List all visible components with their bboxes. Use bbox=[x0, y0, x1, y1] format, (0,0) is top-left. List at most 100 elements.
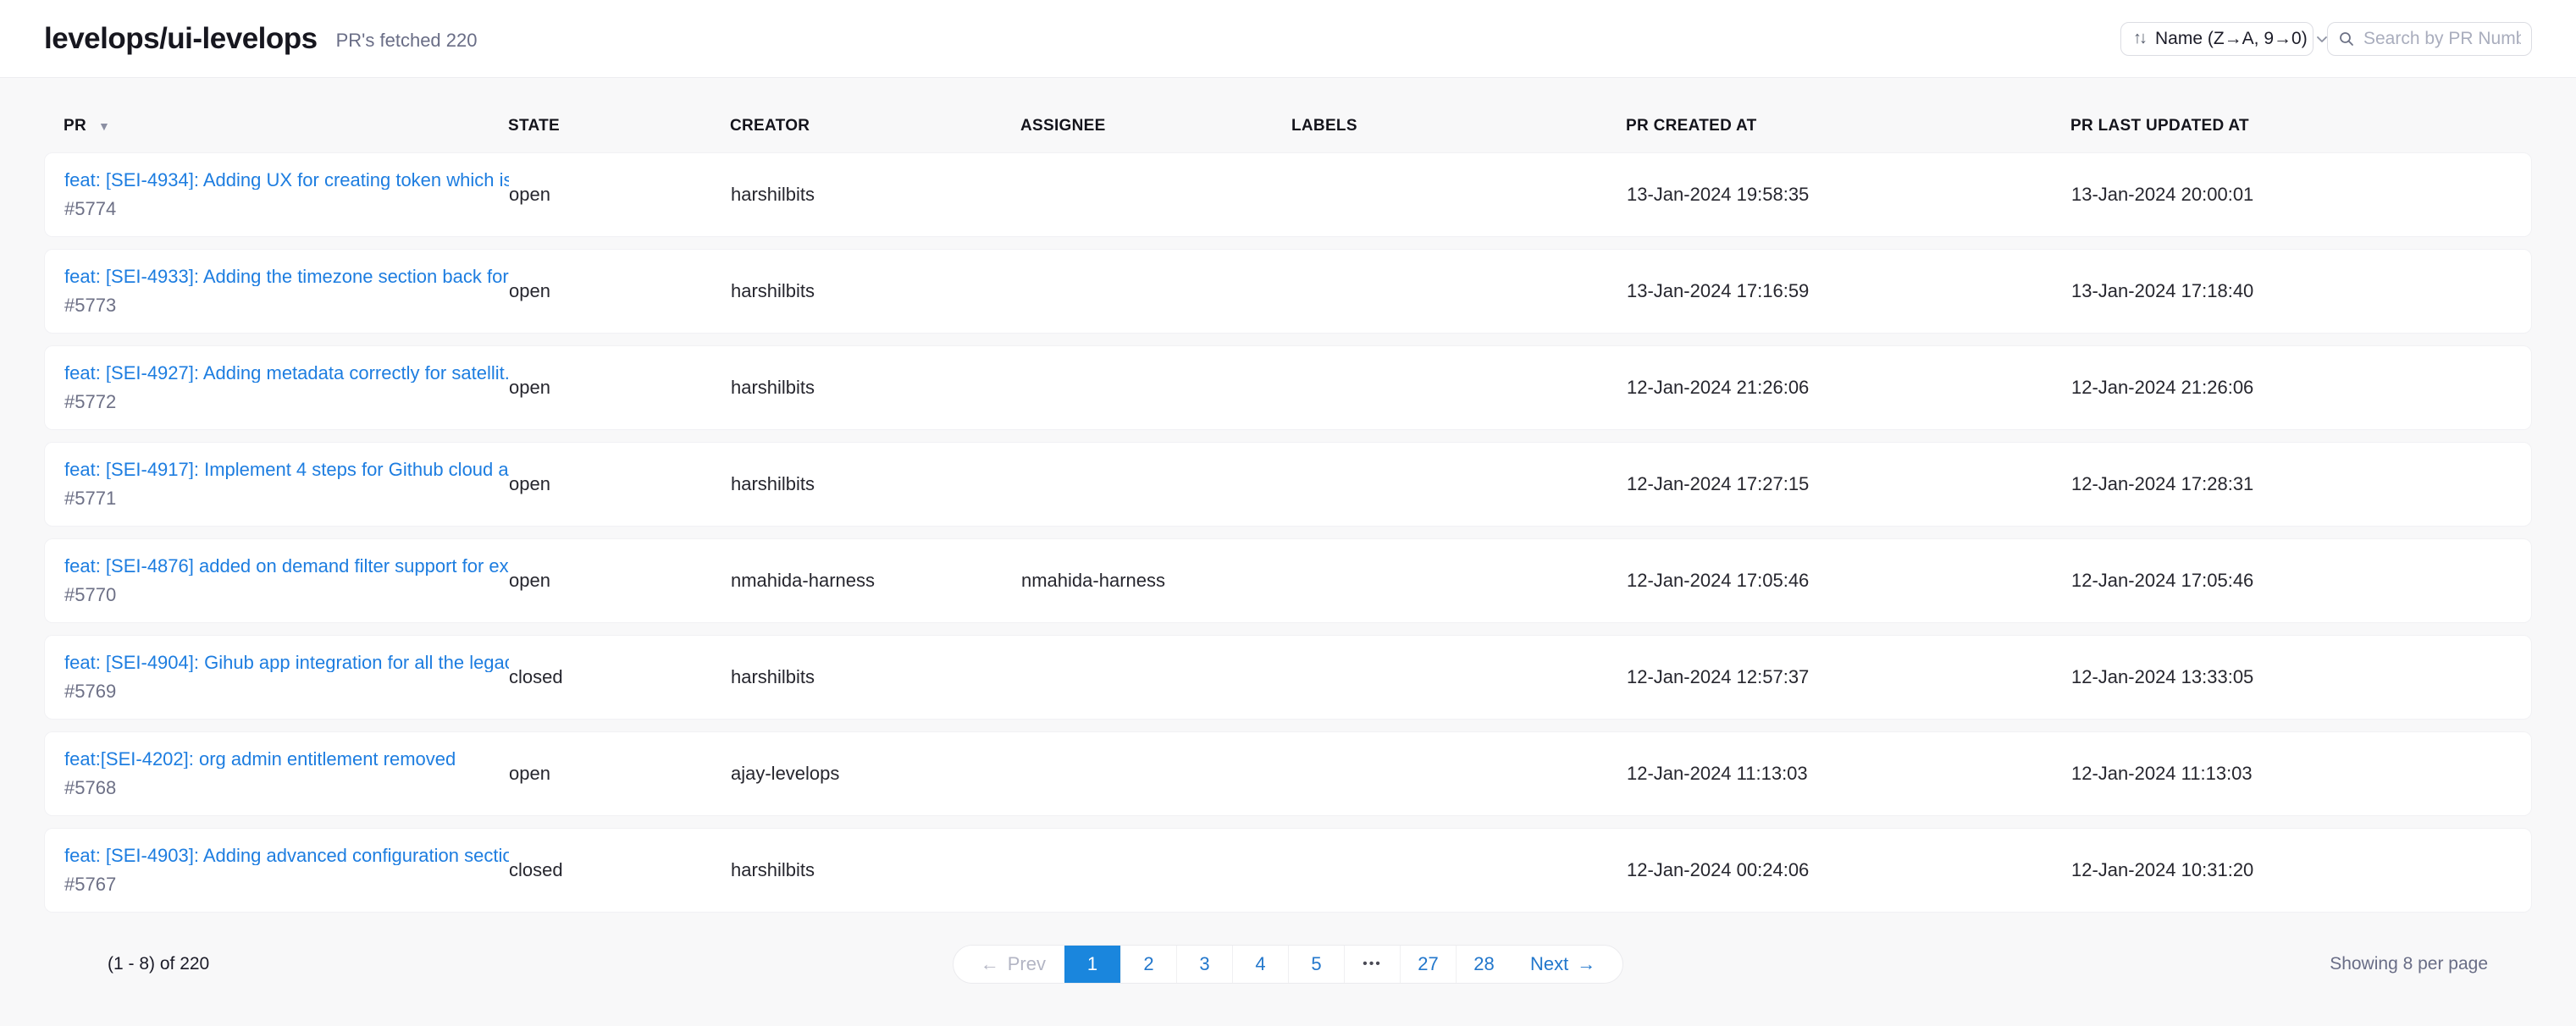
pr-last-updated-at: 12-Jan-2024 13:33:05 bbox=[2071, 666, 2512, 688]
page-number-button[interactable]: 27 bbox=[1400, 946, 1456, 983]
pr-created-at: 12-Jan-2024 11:13:03 bbox=[1627, 763, 2071, 785]
page-number-button[interactable]: 3 bbox=[1176, 946, 1232, 983]
page-number-button[interactable]: 2 bbox=[1120, 946, 1176, 983]
prev-page-button[interactable]: ← Prev bbox=[954, 946, 1064, 983]
next-page-button[interactable]: Next → bbox=[1512, 946, 1622, 983]
pr-assignee: nmahida-harness bbox=[1021, 570, 1292, 592]
top-bar: levelops/ui-levelops PR's fetched 220 ↑↓… bbox=[0, 0, 2576, 78]
column-header-state: STATE bbox=[508, 117, 730, 135]
pr-creator: harshilbits bbox=[731, 184, 1021, 206]
pr-last-updated-at: 13-Jan-2024 20:00:01 bbox=[2071, 184, 2512, 206]
pr-last-updated-at: 12-Jan-2024 10:31:20 bbox=[2071, 859, 2512, 881]
search-icon bbox=[2338, 30, 2355, 47]
table-row: feat: [SEI-4876] added on demand filter … bbox=[44, 538, 2532, 623]
arrow-left-icon: ← bbox=[981, 953, 999, 975]
pr-creator: harshilbits bbox=[731, 280, 1021, 302]
pr-creator: ajay-levelops bbox=[731, 763, 1021, 785]
sort-dropdown[interactable]: ↑↓ Name (Z→A, 9→0) bbox=[2120, 22, 2313, 56]
table-row: feat: [SEI-4903]: Adding advanced config… bbox=[44, 828, 2532, 913]
pr-cell: feat: [SEI-4933]: Adding the timezone se… bbox=[64, 268, 509, 315]
column-header-labels: LABELS bbox=[1291, 117, 1626, 135]
search-box bbox=[2327, 22, 2532, 56]
page-number-button[interactable]: 5 bbox=[1288, 946, 1344, 983]
pr-cell: feat: [SEI-4904]: Gihub app integration … bbox=[64, 654, 509, 701]
arrow-right-icon: → bbox=[1577, 953, 1595, 975]
table-row: feat:[SEI-4202]: org admin entitlement r… bbox=[44, 731, 2532, 816]
pr-title-link[interactable]: feat: [SEI-4934]: Adding UX for creating… bbox=[64, 171, 509, 190]
sort-arrows-icon: ↑↓ bbox=[2133, 29, 2145, 48]
pr-number: #5768 bbox=[64, 777, 116, 798]
page-number-button[interactable]: 4 bbox=[1232, 946, 1288, 983]
pr-last-updated-at: 12-Jan-2024 21:26:06 bbox=[2071, 377, 2512, 399]
pr-creator: nmahida-harness bbox=[731, 570, 1021, 592]
pr-state: closed bbox=[509, 859, 731, 881]
pr-last-updated-at: 12-Jan-2024 17:28:31 bbox=[2071, 473, 2512, 495]
sort-caret-icon: ▼ bbox=[98, 119, 110, 133]
pr-state: open bbox=[509, 473, 731, 495]
pr-cell: feat: [SEI-4876] added on demand filter … bbox=[64, 557, 509, 604]
pr-cell: feat: [SEI-4903]: Adding advanced config… bbox=[64, 847, 509, 894]
pr-title-link[interactable]: feat: [SEI-4927]: Adding metadata correc… bbox=[64, 364, 509, 383]
pr-created-at: 12-Jan-2024 17:05:46 bbox=[1627, 570, 2071, 592]
column-header-pr-last-updated-at: PR LAST UPDATED AT bbox=[2070, 117, 2512, 135]
result-range-text: (1 - 8) of 220 bbox=[88, 954, 953, 974]
next-page-label: Next bbox=[1530, 953, 1568, 975]
page-number-button[interactable]: 1 bbox=[1064, 946, 1120, 983]
pagination: ← Prev 1 2 3 4 5 ••• 27 28 Next → bbox=[953, 945, 1624, 984]
pr-created-at: 12-Jan-2024 12:57:37 bbox=[1627, 666, 2071, 688]
pr-created-at: 12-Jan-2024 17:27:15 bbox=[1627, 473, 2071, 495]
search-input[interactable] bbox=[2363, 29, 2521, 49]
pr-cell: feat: [SEI-4917]: Implement 4 steps for … bbox=[64, 461, 509, 508]
table-row: feat: [SEI-4933]: Adding the timezone se… bbox=[44, 249, 2532, 334]
column-header-pr-created-at: PR CREATED AT bbox=[1626, 117, 2070, 135]
pr-title-link[interactable]: feat: [SEI-4876] added on demand filter … bbox=[64, 557, 509, 576]
pr-number: #5770 bbox=[64, 584, 116, 605]
pr-title-link[interactable]: feat: [SEI-4904]: Gihub app integration … bbox=[64, 654, 509, 672]
table-row: feat: [SEI-4904]: Gihub app integration … bbox=[44, 635, 2532, 720]
pr-state: open bbox=[509, 377, 731, 399]
pr-last-updated-at: 13-Jan-2024 17:18:40 bbox=[2071, 280, 2512, 302]
column-header-pr-label: PR bbox=[64, 117, 86, 135]
pr-state: open bbox=[509, 184, 731, 206]
pr-number: #5767 bbox=[64, 874, 116, 895]
column-header-assignee: ASSIGNEE bbox=[1020, 117, 1291, 135]
bottom-bar: (1 - 8) of 220 ← Prev 1 2 3 4 5 ••• 27 2… bbox=[44, 924, 2532, 984]
pr-created-at: 12-Jan-2024 21:26:06 bbox=[1627, 377, 2071, 399]
page-number-button[interactable]: ••• bbox=[1344, 946, 1400, 983]
pr-title-link[interactable]: feat: [SEI-4933]: Adding the timezone se… bbox=[64, 268, 509, 286]
pr-title-link[interactable]: feat: [SEI-4917]: Implement 4 steps for … bbox=[64, 461, 509, 479]
pr-last-updated-at: 12-Jan-2024 11:13:03 bbox=[2071, 763, 2512, 785]
pr-number: #5773 bbox=[64, 295, 116, 316]
pr-title-link[interactable]: feat: [SEI-4903]: Adding advanced config… bbox=[64, 847, 509, 865]
pr-table: PR ▼ STATE CREATOR ASSIGNEE LABELS PR CR… bbox=[0, 78, 2576, 984]
pr-fetched-count: PR's fetched 220 bbox=[336, 30, 478, 52]
prev-page-label: Prev bbox=[1008, 953, 1046, 975]
pr-created-at: 13-Jan-2024 19:58:35 bbox=[1627, 184, 2071, 206]
column-header-pr[interactable]: PR ▼ bbox=[64, 117, 508, 135]
pr-cell: feat:[SEI-4202]: org admin entitlement r… bbox=[64, 750, 509, 797]
pr-creator: harshilbits bbox=[731, 666, 1021, 688]
pr-number: #5772 bbox=[64, 391, 116, 412]
sort-selected-value: Name (Z→A, 9→0) bbox=[2155, 29, 2308, 49]
pr-number: #5769 bbox=[64, 681, 116, 702]
pr-cell: feat: [SEI-4927]: Adding metadata correc… bbox=[64, 364, 509, 411]
table-row: feat: [SEI-4917]: Implement 4 steps for … bbox=[44, 442, 2532, 527]
pr-cell: feat: [SEI-4934]: Adding UX for creating… bbox=[64, 171, 509, 218]
table-body: feat: [SEI-4934]: Adding UX for creating… bbox=[44, 152, 2532, 913]
pr-state: open bbox=[509, 280, 731, 302]
pr-title-link[interactable]: feat:[SEI-4202]: org admin entitlement r… bbox=[64, 750, 509, 769]
pr-creator: harshilbits bbox=[731, 859, 1021, 881]
page-number-button[interactable]: 28 bbox=[1456, 946, 1512, 983]
table-header-row: PR ▼ STATE CREATOR ASSIGNEE LABELS PR CR… bbox=[44, 78, 2532, 152]
column-header-creator: CREATOR bbox=[730, 117, 1020, 135]
per-page-text: Showing 8 per page bbox=[1623, 954, 2488, 974]
pr-creator: harshilbits bbox=[731, 473, 1021, 495]
pr-state: open bbox=[509, 570, 731, 592]
page-title: levelops/ui-levelops bbox=[44, 22, 318, 56]
table-row: feat: [SEI-4927]: Adding metadata correc… bbox=[44, 345, 2532, 430]
pr-number: #5771 bbox=[64, 488, 116, 509]
pr-created-at: 13-Jan-2024 17:16:59 bbox=[1627, 280, 2071, 302]
pr-creator: harshilbits bbox=[731, 377, 1021, 399]
pr-number: #5774 bbox=[64, 198, 116, 219]
pr-created-at: 12-Jan-2024 00:24:06 bbox=[1627, 859, 2071, 881]
